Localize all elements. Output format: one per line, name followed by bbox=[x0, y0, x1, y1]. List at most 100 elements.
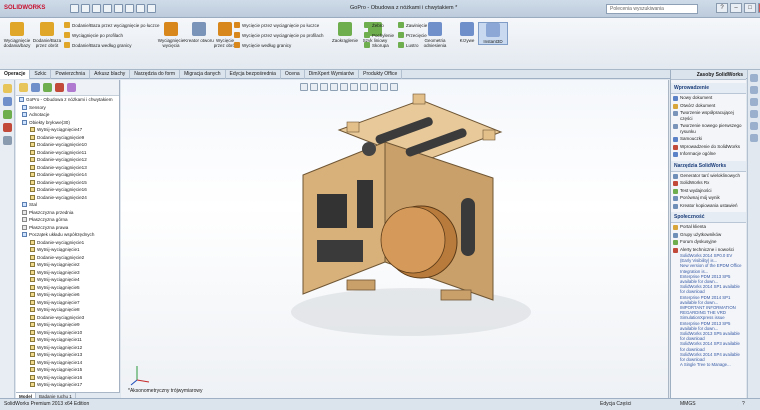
news-item[interactable]: New version of the EPDM Office Integrati… bbox=[671, 263, 746, 273]
ribbon-small-button[interactable]: Dodanie/Baza według granicy bbox=[64, 42, 132, 48]
news-item[interactable]: A Single Tree to Manage... bbox=[671, 362, 746, 367]
ribbon-small-button[interactable]: Skorupa bbox=[364, 42, 389, 48]
display-manager-icon[interactable] bbox=[3, 136, 12, 145]
section-view-icon[interactable] bbox=[330, 83, 338, 91]
task-pane-link[interactable]: Alerty techniczne i nowości bbox=[671, 246, 746, 254]
display-tab-icon[interactable] bbox=[67, 83, 76, 92]
tree-root[interactable]: GoPro - Obudowa z nóżkami i chwytakiem bbox=[16, 96, 119, 104]
news-item[interactable]: SolidWorks 2014 SP4 available for downlo… bbox=[671, 352, 746, 362]
task-pane-link[interactable]: Kreator kopiowania ustawień bbox=[671, 202, 746, 210]
tab-1[interactable]: Szkic bbox=[30, 70, 52, 79]
ribbon-small-button[interactable]: Żebro bbox=[364, 22, 384, 28]
tree-item[interactable]: Wytnij-wyciągnięcie1 bbox=[16, 246, 119, 254]
tree-item[interactable]: Dodanie-wyciągnięcie16 bbox=[16, 186, 119, 194]
save-icon[interactable] bbox=[92, 4, 101, 13]
news-item[interactable]: SolidWorks 2013 SP5 available for downlo… bbox=[671, 331, 746, 341]
tab-3[interactable]: Arkusz blachy bbox=[90, 70, 131, 79]
ribbon-button[interactable]: Zaokrąglenie bbox=[330, 22, 360, 43]
minimize-icon[interactable]: – bbox=[730, 3, 742, 13]
ribbon-button[interactable]: Dodanie/Baza przez obrót bbox=[32, 22, 62, 48]
print-icon[interactable] bbox=[103, 4, 112, 13]
tree-item[interactable]: Dodanie-wyciągnięcie14 bbox=[16, 171, 119, 179]
edit-appearance-icon[interactable] bbox=[370, 83, 378, 91]
tree-item[interactable]: Płaszczyzna prawa bbox=[16, 224, 119, 232]
ribbon-small-button[interactable]: Dodanie/Baza przez wyciągnięcie po łuczc… bbox=[64, 22, 160, 28]
select-icon[interactable] bbox=[125, 4, 134, 13]
file-explorer-tab-icon[interactable] bbox=[750, 98, 758, 106]
tree-item[interactable]: Wytnij-wyciągnięcie2 bbox=[16, 261, 119, 269]
tab-2[interactable]: Powierzchnia bbox=[51, 70, 91, 79]
task-pane-section-title[interactable]: Społeczność bbox=[671, 212, 746, 223]
task-pane-link[interactable]: Nowy dokument bbox=[671, 94, 746, 102]
news-item[interactable]: IMPORTANT INFORMATION REGARDING THE VRD bbox=[671, 305, 746, 315]
task-pane-link[interactable]: Test wydajności bbox=[671, 187, 746, 195]
tree-item[interactable]: Wytnij-wyciągnięcie15 bbox=[16, 366, 119, 374]
config-tab-icon[interactable] bbox=[43, 83, 52, 92]
tab-8[interactable]: DimXpert Wymiarów bbox=[305, 70, 360, 79]
solidworks-logo[interactable]: SOLIDWORKS bbox=[4, 5, 45, 11]
tab-0[interactable]: Operacje bbox=[0, 70, 31, 79]
tree-item[interactable]: Wytnij-wyciągnięcie16 bbox=[16, 374, 119, 382]
task-pane-section-title[interactable]: Wprowadzenie bbox=[671, 83, 746, 94]
tree-item[interactable]: Wytnij-wyciągnięcie47 bbox=[16, 126, 119, 134]
news-item[interactable]: Enterprise PDM 2013 SP5 available for do… bbox=[671, 274, 746, 284]
tree-item[interactable]: Dodanie-wyciągnięcie13 bbox=[16, 164, 119, 172]
dimxpert-icon[interactable] bbox=[3, 123, 12, 132]
ribbon-small-button[interactable]: Przecięcie bbox=[398, 32, 427, 38]
task-pane-link[interactable]: SolidWorks Rx bbox=[671, 179, 746, 187]
ribbon-small-button[interactable]: Wyciągnięcie po profilach bbox=[64, 32, 123, 38]
display-style-icon[interactable] bbox=[350, 83, 358, 91]
task-pane-link[interactable]: Grupy użytkowników bbox=[671, 231, 746, 239]
zoom-fit-icon[interactable] bbox=[300, 83, 308, 91]
design-library-tab-icon[interactable] bbox=[750, 86, 758, 94]
tree-item[interactable]: Dodanie-wyciągnięcie2 bbox=[16, 254, 119, 262]
task-pane-link[interactable]: Tworzenie nowego pierwszego rysunku bbox=[671, 122, 746, 135]
tree-item[interactable]: Sensory bbox=[16, 104, 119, 112]
tree-tab-icon[interactable] bbox=[19, 83, 28, 92]
task-pane-link[interactable]: Samouczki bbox=[671, 135, 746, 143]
tab-7[interactable]: Ocena bbox=[281, 70, 305, 79]
options-icon[interactable] bbox=[147, 4, 156, 13]
ribbon-small-button[interactable]: Lustro bbox=[398, 42, 419, 48]
view-settings-icon[interactable] bbox=[390, 83, 398, 91]
tree-item[interactable]: Stal bbox=[16, 201, 119, 209]
news-item[interactable]: SolidWorks 2014 SP1 available for downlo… bbox=[671, 284, 746, 294]
tab-6[interactable]: Edycja bezpośrednia bbox=[226, 70, 281, 79]
task-pane-link[interactable]: Wprowadzenie do SolidWorks bbox=[671, 143, 746, 151]
dimxpert-tab-icon[interactable] bbox=[55, 83, 64, 92]
tree-item[interactable]: Dodanie-wyciągnięcie11 bbox=[16, 149, 119, 157]
hide-show-icon[interactable] bbox=[360, 83, 368, 91]
tree-item[interactable]: Wytnij-wyciągnięcie11 bbox=[16, 336, 119, 344]
task-pane-link[interactable]: Informacje ogólne bbox=[671, 150, 746, 158]
tree-item[interactable]: Dodanie-wyciągnięcie9 bbox=[16, 134, 119, 142]
help-status-icon[interactable]: ? bbox=[742, 399, 745, 410]
custom-properties-tab-icon[interactable] bbox=[750, 134, 758, 142]
properties-tab-icon[interactable] bbox=[31, 83, 40, 92]
task-pane-link[interactable]: Tworzenie współpracującej części bbox=[671, 109, 746, 122]
tree-item[interactable]: Dodanie-wyciągnięcie15 bbox=[16, 179, 119, 187]
appearances-tab-icon[interactable] bbox=[750, 122, 758, 130]
undo-icon[interactable] bbox=[114, 4, 123, 13]
tree-item[interactable]: Wytnij-wyciągnięcie13 bbox=[16, 351, 119, 359]
task-pane-link[interactable]: Otwórz dokument bbox=[671, 102, 746, 110]
tree-item[interactable]: Początek układu współrzędnych bbox=[16, 231, 119, 239]
tree-item[interactable]: Dodanie-wyciągnięcie3 bbox=[16, 314, 119, 322]
ribbon-small-button[interactable]: Wycięcie przez wyciągnięcie po profilach bbox=[234, 32, 324, 38]
task-pane-section-title[interactable]: Narzędzia SolidWorks bbox=[671, 160, 746, 172]
tree-item[interactable]: Dodanie-wyciągnięcie24 bbox=[16, 194, 119, 202]
tree-item[interactable]: Obiekty bryłowe(30) bbox=[16, 119, 119, 127]
news-item[interactable]: Enterprise PDM 2014 SP1 available for do… bbox=[671, 295, 746, 305]
maximize-icon[interactable]: □ bbox=[744, 3, 756, 13]
tree-item[interactable]: Wytnij-wyciągnięcie17 bbox=[16, 381, 119, 389]
tree-item[interactable]: Wytnij-wyciągnięcie4 bbox=[16, 276, 119, 284]
tree-item[interactable]: Dodanie-wyciągnięcie1 bbox=[16, 239, 119, 247]
ribbon-small-button[interactable]: Pochylenie bbox=[364, 32, 394, 38]
task-pane-link[interactable]: Portal klienta bbox=[671, 223, 746, 231]
status-units[interactable]: MMGS bbox=[680, 399, 696, 410]
ribbon-small-button[interactable]: Wycięcie przez wyciągnięcie po łuczce bbox=[234, 22, 319, 28]
news-item[interactable]: SolidWorks 2014 SP3 available for downlo… bbox=[671, 341, 746, 351]
property-manager-icon[interactable] bbox=[3, 97, 12, 106]
command-search-input[interactable]: Polecenia wyszukiwania bbox=[606, 4, 698, 14]
new-icon[interactable] bbox=[70, 4, 79, 13]
tab-4[interactable]: Narzędzia do form bbox=[130, 70, 181, 79]
